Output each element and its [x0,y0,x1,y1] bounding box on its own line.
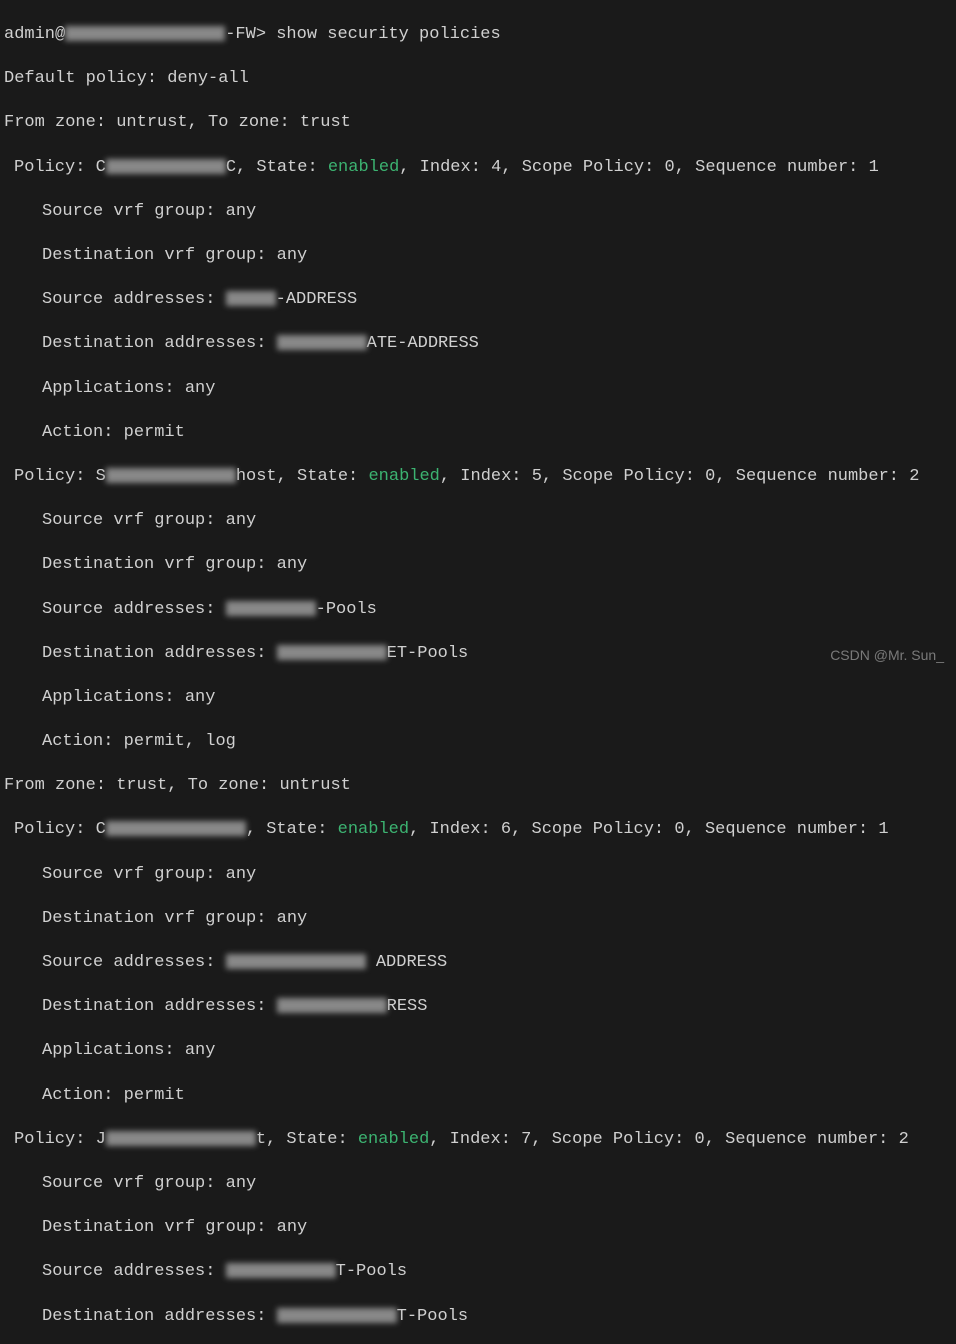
default-policy-line: Default policy: deny-all [4,68,956,90]
dst-addr-line: Destination addresses: ATE-ADDRESS [4,333,956,355]
policy-header-4: Policy: Jt, State: enabled, Index: 7, Sc… [4,1129,956,1151]
policy-header-2: Policy: Shost, State: enabled, Index: 5,… [4,466,956,488]
redacted-src-addr [226,1263,336,1278]
state-enabled: enabled [358,1130,429,1149]
src-addr-line: Source addresses: -Pools [4,599,956,621]
zone-header-untrust-trust: From zone: untrust, To zone: trust [4,112,956,134]
src-vrf-line: Source vrf group: any [4,201,956,223]
prompt-symbol: > [256,25,266,44]
command-text: show security policies [276,25,500,44]
watermark-text: CSDN @Mr. Sun_ [830,646,944,664]
state-enabled: enabled [368,467,439,486]
apps-line: Applications: any [4,1040,956,1062]
policy-header-3: Policy: C, State: enabled, Index: 6, Sco… [4,819,956,841]
redacted-policy-name [106,821,246,836]
terminal-output: admin@ -FW> show security policies Defaul… [4,2,956,1344]
redacted-dst-addr [277,335,367,350]
state-enabled: enabled [328,158,399,177]
dst-vrf-line: Destination vrf group: any [4,245,956,267]
dst-vrf-line: Destination vrf group: any [4,554,956,576]
state-enabled: enabled [338,820,409,839]
apps-line: Applications: any [4,687,956,709]
prompt-host-suffix: -FW [225,25,256,44]
src-vrf-line: Source vrf group: any [4,510,956,532]
redacted-policy-name [106,1131,256,1146]
dst-addr-line: Destination addresses: ET-Pools [4,643,956,665]
src-vrf-line: Source vrf group: any [4,1173,956,1195]
action-line: Action: permit [4,1085,956,1107]
prompt-user: admin@ [4,25,65,44]
redacted-policy-name [106,468,236,483]
src-vrf-line: Source vrf group: any [4,864,956,886]
redacted-dst-addr [277,645,387,660]
src-addr-line: Source addresses: T-Pools [4,1261,956,1283]
redacted-hostname [65,26,225,41]
redacted-dst-addr [277,1308,397,1323]
prompt-line: admin@ -FW> show security policies [4,24,956,46]
redacted-src-addr [226,291,276,306]
redacted-dst-addr [277,998,387,1013]
src-addr-line: Source addresses: -ADDRESS [4,289,956,311]
redacted-policy-name [106,159,226,174]
policy-header-1: Policy: CC, State: enabled, Index: 4, Sc… [4,157,956,179]
src-addr-line: Source addresses: ADDRESS [4,952,956,974]
dst-addr-line: Destination addresses: RESS [4,996,956,1018]
dst-vrf-line: Destination vrf group: any [4,1217,956,1239]
action-line: Action: permit [4,422,956,444]
apps-line: Applications: any [4,378,956,400]
redacted-src-addr [226,954,366,969]
redacted-src-addr [226,601,316,616]
zone-header-trust-untrust: From zone: trust, To zone: untrust [4,775,956,797]
action-line: Action: permit, log [4,731,956,753]
dst-addr-line: Destination addresses: T-Pools [4,1306,956,1328]
dst-vrf-line: Destination vrf group: any [4,908,956,930]
